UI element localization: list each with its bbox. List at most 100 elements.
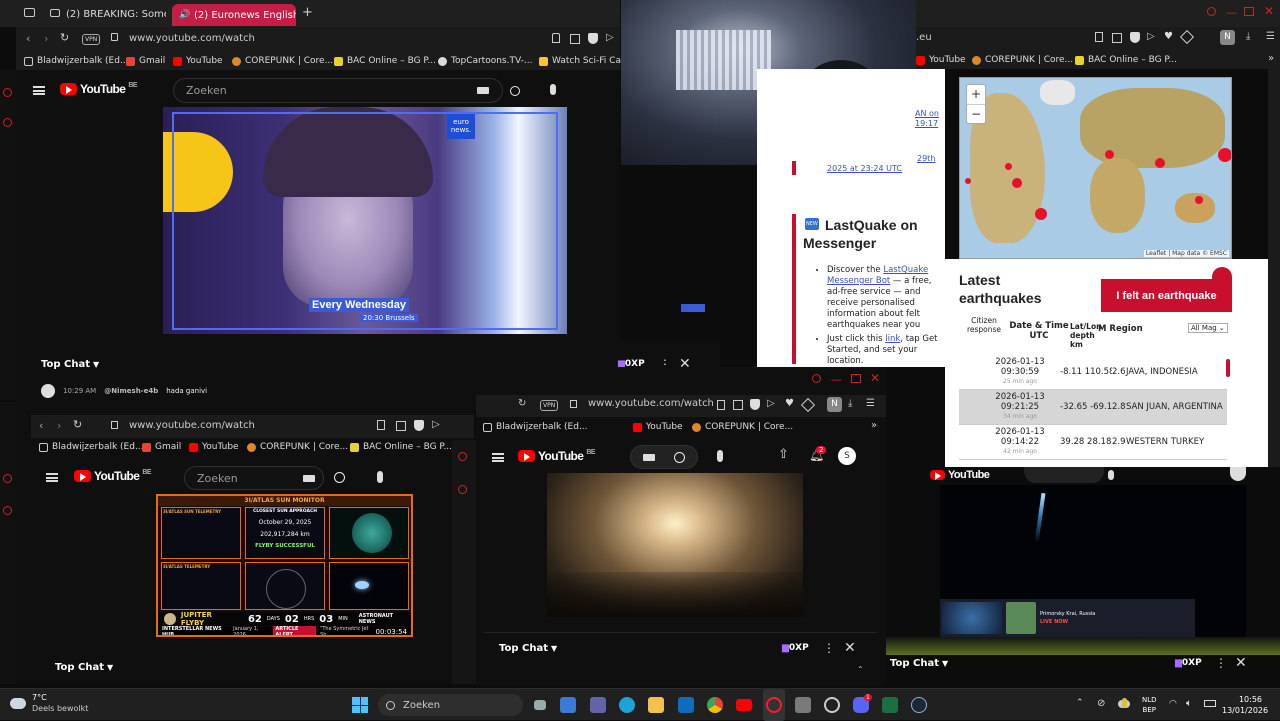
taskbar-opera[interactable]	[763, 689, 785, 721]
play-icon[interactable]: ▷	[1147, 31, 1155, 42]
reload-icon[interactable]: ↻	[518, 398, 526, 409]
zoom-in-button[interactable]: +	[967, 85, 985, 105]
reload-icon[interactable]: ↻	[60, 31, 69, 44]
search-icon[interactable]	[334, 472, 345, 483]
pin-icon[interactable]	[377, 420, 385, 430]
link-fragment[interactable]: 29th	[917, 154, 935, 163]
heart-icon[interactable]: ♥	[1164, 31, 1173, 42]
address-bar[interactable]: www.youtube.com/watch	[129, 420, 255, 431]
keyboard-icon[interactable]	[477, 87, 489, 94]
taskbar-store[interactable]	[558, 689, 578, 721]
youtube-logo[interactable]: YouTube	[930, 469, 990, 481]
bookmark-youtube[interactable]: YouTube	[189, 442, 239, 452]
shield-icon[interactable]	[750, 399, 760, 410]
clock[interactable]: 10:56 13/01/2026	[1222, 694, 1268, 716]
scroll-up-icon[interactable]: ⌃	[857, 665, 864, 674]
more-options-icon[interactable]: ⋮	[823, 641, 835, 655]
profile-n-icon[interactable]: N	[827, 397, 842, 412]
sidebar-clock-icon[interactable]	[458, 485, 467, 494]
screenshot-icon[interactable]	[733, 400, 743, 410]
quake-marker[interactable]	[1155, 158, 1165, 168]
sun-monitor-video[interactable]: 3I/ATLAS SUN MONITOR 3I/ATLAS SUN TELEME…	[156, 494, 413, 637]
bookmark-topcartoons[interactable]: TopCartoons.TV-...	[438, 56, 532, 66]
start-button[interactable]	[352, 697, 368, 713]
opera-icon[interactable]	[3, 474, 12, 483]
chevron-up-icon[interactable]: ⌃	[1076, 698, 1084, 708]
task-view-button[interactable]	[530, 689, 550, 721]
points-badge[interactable]: ▆0XP	[782, 643, 809, 653]
bookmark-corepunk[interactable]: COREPUNK | Core...	[972, 55, 1073, 65]
video-player[interactable]: euro news. Every Wednesday 20:30 Brussel…	[163, 107, 567, 334]
taskbar-excel[interactable]	[880, 689, 900, 721]
quake-marker[interactable]	[1005, 163, 1012, 170]
minimize-icon[interactable]: —	[831, 373, 842, 386]
opera-icon[interactable]	[3, 88, 12, 97]
screenshot-icon[interactable]	[1112, 33, 1122, 43]
address-suffix[interactable]: .eu	[916, 32, 932, 43]
quake-marker[interactable]	[1105, 150, 1114, 159]
search-button[interactable]	[500, 78, 530, 103]
shield-icon[interactable]	[1130, 32, 1140, 43]
sidebar-clock-icon[interactable]	[3, 118, 12, 127]
more-bookmarks-icon[interactable]: »	[871, 420, 877, 431]
taskbar-search[interactable]: Zoeken	[378, 694, 523, 716]
taskbar-youtube[interactable]	[734, 689, 754, 721]
bookmark-corepunk[interactable]: COREPUNK | Core...	[692, 422, 793, 432]
close-chat-icon[interactable]: ✕	[1235, 655, 1247, 671]
battery-icon[interactable]	[1204, 700, 1216, 707]
table-scrollbar[interactable]	[1226, 359, 1230, 377]
menu-lines-icon[interactable]: ☰	[1266, 31, 1275, 42]
extensions-icon[interactable]	[800, 397, 816, 413]
bookmark-gmail[interactable]: Gmail	[142, 442, 181, 452]
vpn-badge[interactable]: VPN	[82, 34, 101, 45]
microphone-tray-icon[interactable]	[1122, 698, 1127, 708]
table-row[interactable]: 2026-01-13 09:14:22 42 min ago 39.28 28.18…	[959, 425, 1227, 460]
zoom-out-button[interactable]: −	[967, 105, 985, 124]
link-fragment[interactable]: AN on	[915, 109, 939, 118]
bookmark-bladwijzer[interactable]: Bladwijzerbalk (Ed...	[39, 442, 144, 452]
minimize-icon[interactable]: —	[1226, 6, 1237, 19]
forward-icon[interactable]: ›	[57, 419, 61, 432]
magnitude-filter[interactable]: All Mag ⌄	[1188, 323, 1228, 333]
sidebar-clock-icon[interactable]	[3, 506, 12, 515]
shield-icon[interactable]	[414, 420, 424, 431]
taskbar-calculator[interactable]	[793, 689, 813, 721]
tab-breaking[interactable]: (2) BREAKING: Something	[44, 3, 166, 25]
microphone-icon[interactable]	[377, 471, 383, 483]
earthquake-map[interactable]: + − Leaflet | Map data © EMSC	[959, 77, 1232, 259]
bookmark-youtube[interactable]: YouTube	[916, 55, 966, 65]
address-bar[interactable]: www.youtube.com/watch	[129, 33, 255, 44]
get-started-link[interactable]: link	[885, 334, 900, 344]
tab-actions-icon[interactable]	[24, 8, 35, 17]
taskbar-edge[interactable]	[617, 689, 637, 721]
keyboard-icon[interactable]	[303, 475, 315, 482]
language-indicator[interactable]: NLD BEP	[1142, 695, 1157, 715]
space-video[interactable]: Primorsky Krai, Russia LIVE NOW	[940, 485, 1246, 637]
search-input[interactable]	[630, 445, 698, 469]
new-tab-button[interactable]: +	[302, 5, 313, 20]
weather-widget[interactable]: 7°C Deels bewolkt	[10, 692, 88, 714]
taskbar-chrome[interactable]	[705, 689, 725, 721]
search-tabs-icon[interactable]	[812, 374, 821, 383]
youtube-logo[interactable]: YouTube BE	[518, 449, 595, 463]
search-tabs-icon[interactable]	[1207, 7, 1216, 16]
sync-icon[interactable]: ⊘	[1097, 698, 1105, 709]
quake-marker[interactable]	[1012, 178, 1022, 188]
download-icon[interactable]: ⤓	[848, 398, 852, 409]
points-badge[interactable]: ▆0XP	[1175, 658, 1202, 668]
more-options-icon[interactable]: ⋮	[1215, 656, 1227, 670]
bookmark-corepunk[interactable]: COREPUNK | Core...	[232, 56, 333, 66]
tab-euronews[interactable]: 🔊 (2) Euronews English L	[172, 4, 296, 26]
taskbar-teams[interactable]	[588, 689, 608, 721]
microphone-icon[interactable]	[1108, 470, 1114, 480]
search-input[interactable]	[1024, 467, 1104, 483]
taskbar-explorer[interactable]	[646, 689, 666, 721]
quake-marker[interactable]	[965, 178, 971, 184]
emsc-right-scroll[interactable]	[1268, 69, 1280, 467]
close-window-icon[interactable]: ✕	[1264, 4, 1274, 18]
top-chat-selector[interactable]: Top Chat ▼	[890, 658, 948, 669]
table-row[interactable]: 2026-01-13	[959, 460, 1227, 467]
bookmark-bac[interactable]: BAC Online – BG P...	[350, 442, 452, 452]
menu-icon[interactable]	[33, 86, 45, 95]
table-row[interactable]: 2026-01-13 09:21:25 34 min ago -32.65 -69.…	[959, 390, 1227, 425]
